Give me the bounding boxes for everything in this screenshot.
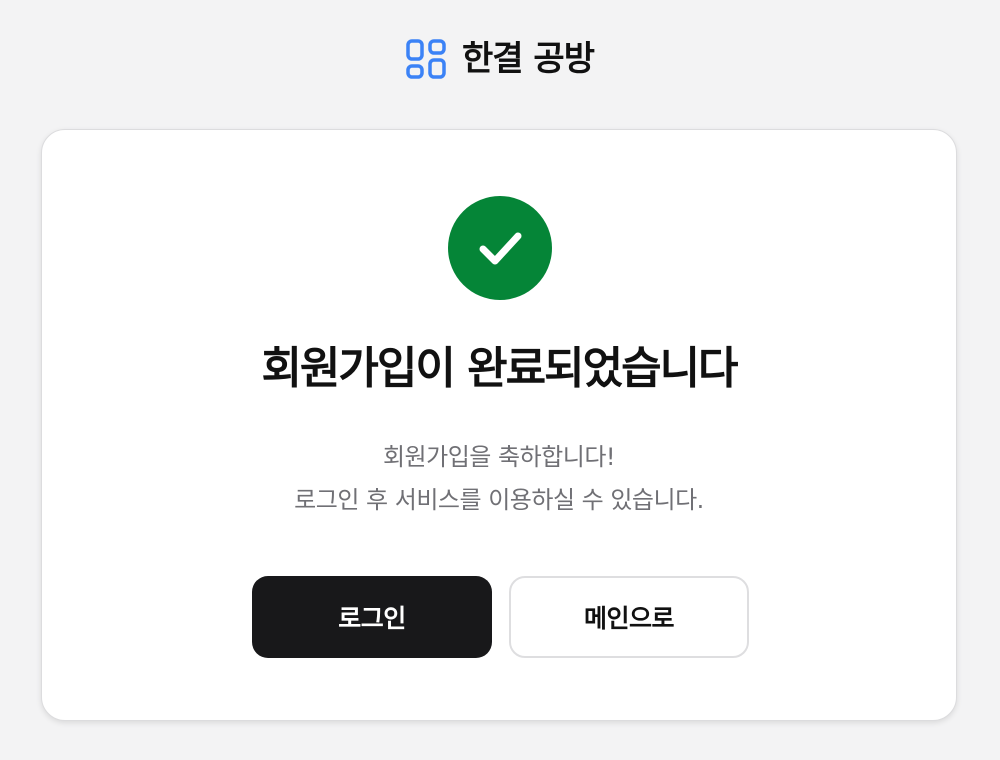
check-circle-icon (448, 196, 552, 300)
page-title: 회원가입이 완료되었습니다 (261, 343, 738, 394)
go-main-button[interactable]: 메인으로 (509, 576, 749, 658)
success-message: 회원가입을 축하합니다! 로그인 후 서비스를 이용하실 수 있습니다. (42, 436, 956, 522)
signup-complete-card: 회원가입이 완료되었습니다 회원가입을 축하합니다! 로그인 후 서비스를 이용… (41, 129, 957, 721)
brand-header: 한결 공방 (0, 34, 1000, 84)
grid-blocks-icon (406, 39, 446, 79)
login-button[interactable]: 로그인 (252, 576, 492, 658)
brand-name: 한결 공방 (462, 39, 595, 79)
message-line-1: 회원가입을 축하합니다! (382, 443, 616, 471)
message-line-2: 로그인 후 서비스를 이용하실 수 있습니다. (294, 486, 704, 514)
